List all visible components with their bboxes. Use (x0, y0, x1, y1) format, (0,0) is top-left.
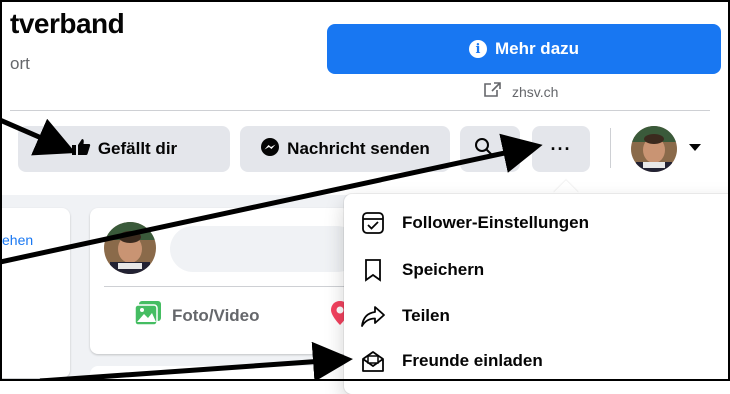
menu-item-invite-friends[interactable]: Freunde einladen (360, 348, 543, 374)
search-icon (474, 137, 494, 162)
composer-divider (104, 286, 344, 287)
menu-item-label: Follower-Einstellungen (402, 213, 590, 232)
page-title: tverband (10, 8, 125, 39)
see-all-link[interactable]: ehen (2, 232, 33, 248)
feed-card (90, 366, 350, 386)
info-icon: i (468, 40, 487, 58)
post-composer-input[interactable] (170, 226, 360, 272)
composer-avatar[interactable] (104, 222, 156, 274)
mehr-dazu-label: Mehr dazu (494, 39, 580, 58)
share-icon (360, 303, 386, 329)
bookmark-icon (360, 257, 386, 283)
photo-video-label: Foto/Video (172, 305, 260, 325)
more-options-label: ··· (550, 138, 572, 159)
menu-item-share[interactable]: Teilen (360, 303, 450, 329)
menu-item-label: Teilen (402, 306, 450, 325)
menu-item-label: Speichern (402, 260, 485, 279)
page-category: ort (10, 54, 30, 73)
thumbs-up-icon (71, 138, 91, 161)
follow-settings-icon (360, 210, 386, 236)
external-link-icon (482, 81, 502, 102)
like-label: Gefällt dir (97, 139, 178, 158)
send-message-button[interactable]: Nachricht senden (240, 126, 450, 172)
profile-avatar[interactable] (631, 126, 677, 172)
menu-item-follower-settings[interactable]: Follower-Einstellungen (360, 210, 589, 236)
menu-item-save[interactable]: Speichern (360, 257, 484, 283)
website-label: zhsv.ch (512, 83, 559, 100)
header-divider (10, 110, 710, 111)
more-options-button[interactable]: ··· (532, 126, 590, 172)
menu-item-label: Freunde einladen (402, 351, 543, 370)
mehr-dazu-button[interactable]: i Mehr dazu (327, 24, 721, 74)
messenger-icon (260, 137, 280, 162)
invite-friends-icon (360, 348, 386, 374)
photo-icon (134, 300, 162, 331)
action-divider (610, 128, 611, 168)
search-button[interactable] (460, 126, 520, 172)
send-message-label: Nachricht senden (287, 139, 430, 158)
website-link[interactable]: zhsv.ch (482, 81, 558, 102)
photo-video-button[interactable]: Foto/Video (134, 300, 260, 331)
caret-down-icon[interactable] (689, 144, 701, 151)
like-button[interactable]: Gefällt dir (18, 126, 230, 172)
